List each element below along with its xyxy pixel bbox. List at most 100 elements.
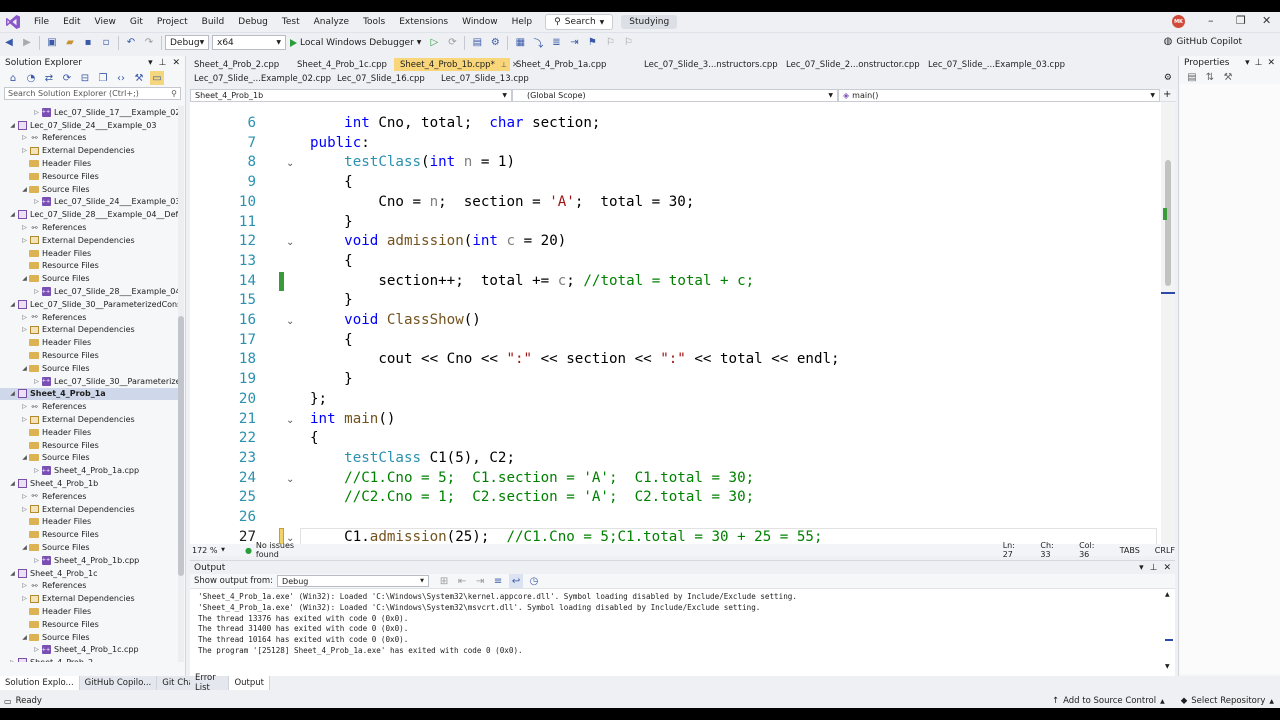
- tree-item[interactable]: Header Files: [0, 516, 178, 529]
- github-copilot-button[interactable]: ◍ GitHub Copilot: [1164, 36, 1242, 47]
- solution-name-badge[interactable]: Studying: [621, 15, 678, 29]
- code-line[interactable]: 8 ⌄ testClass(int n = 1): [190, 153, 1160, 173]
- collapsed-arrow-icon[interactable]: ▷: [20, 224, 29, 231]
- scroll-up-icon[interactable]: ▲: [1165, 591, 1170, 598]
- tree-item[interactable]: ▷ ++ Sheet_4_Prob_1c.cpp: [0, 643, 178, 656]
- search-box[interactable]: ⚲ Search ▼: [545, 14, 614, 30]
- code-line[interactable]: 24 ⌄ //C1.Cno = 5; C1.section = 'A'; C1.t…: [190, 469, 1160, 489]
- member-dropdown[interactable]: ◈ main() ▼: [838, 89, 1160, 102]
- ln-indicator[interactable]: Ln: 27: [1003, 541, 1026, 559]
- editor-scrollbar[interactable]: [1161, 102, 1175, 544]
- bottom-tab[interactable]: GitHub Copilo...: [79, 676, 158, 690]
- format-icon[interactable]: ≣: [549, 36, 563, 50]
- collapsed-arrow-icon[interactable]: ▷: [8, 659, 17, 662]
- switch-views-icon[interactable]: ◔: [24, 71, 38, 85]
- tree-item[interactable]: Resource Files: [0, 439, 178, 452]
- tree-item[interactable]: Header Files: [0, 426, 178, 439]
- visual-studio-logo-icon[interactable]: [5, 14, 21, 30]
- next-message-icon[interactable]: ⇥: [473, 574, 487, 588]
- layout-icon[interactable]: ▦: [513, 36, 527, 50]
- solution-config-icon[interactable]: ⚙: [488, 36, 502, 50]
- word-wrap-icon[interactable]: ↩: [509, 574, 524, 588]
- save-icon[interactable]: ▪: [81, 36, 95, 50]
- tree-item[interactable]: ◢ Source Files: [0, 183, 178, 196]
- timestamp-icon[interactable]: ◷: [527, 574, 541, 588]
- code-line[interactable]: 7 public:: [190, 134, 1160, 154]
- menu-debug[interactable]: Debug: [231, 17, 275, 27]
- forward-icon[interactable]: ▶: [20, 36, 34, 50]
- tree-item[interactable]: ▷ ++ Lec_07_Slide_28___Example_04_: [0, 285, 178, 298]
- fold-toggle-icon[interactable]: ⌄: [286, 411, 296, 431]
- code-line[interactable]: 21 ⌄ int main(): [190, 410, 1160, 430]
- add-source-control[interactable]: Add to Source Control: [1063, 696, 1156, 706]
- pin-icon[interactable]: ⊥: [1150, 563, 1158, 573]
- tree-item[interactable]: Header Files: [0, 336, 178, 349]
- pin-icon[interactable]: ⊥: [159, 58, 167, 68]
- tree-item[interactable]: ▷ ⚯ References: [0, 579, 178, 592]
- document-tab[interactable]: Lec_07_Slide_3...nstructors.cpp: [638, 58, 780, 71]
- code-line[interactable]: 13 {: [190, 252, 1160, 272]
- tree-item[interactable]: ▷ External Dependencies: [0, 413, 178, 426]
- document-tab[interactable]: Lec_07_Slide_13.cpp: [435, 72, 539, 85]
- select-repository[interactable]: Select Repository: [1191, 696, 1265, 706]
- back-icon[interactable]: ◀: [2, 36, 16, 50]
- tree-item[interactable]: ▷ ⚯ References: [0, 400, 178, 413]
- browse-icon[interactable]: ▤: [470, 36, 484, 50]
- menu-test[interactable]: Test: [275, 17, 307, 27]
- find-message-icon[interactable]: ⊞: [437, 574, 451, 588]
- expanded-arrow-icon[interactable]: ◢: [20, 275, 29, 282]
- code-line[interactable]: 12 ⌄ void admission(int c = 20): [190, 232, 1160, 252]
- fold-toggle-icon[interactable]: ⌄: [286, 470, 296, 490]
- tab-pin-icon[interactable]: ⊥: [501, 61, 507, 69]
- solution-scrollbar-thumb[interactable]: [178, 316, 184, 576]
- tree-item[interactable]: ▷ External Dependencies: [0, 503, 178, 516]
- tree-item[interactable]: ◢ Sheet_4_Prob_1b: [0, 477, 178, 490]
- output-bottom-tab[interactable]: Output: [229, 676, 270, 690]
- user-avatar[interactable]: MK: [1172, 15, 1185, 28]
- document-tab[interactable]: Lec_07_Slide_...Example_02.cpp: [188, 72, 331, 85]
- start-without-debugging-icon[interactable]: ▷: [427, 36, 441, 50]
- collapse-all-icon[interactable]: ⊟: [78, 71, 92, 85]
- tree-item[interactable]: ▷ Sheet_4_Prob_2: [0, 656, 178, 662]
- code-line[interactable]: 17 {: [190, 331, 1160, 351]
- tabs-indicator[interactable]: TABS: [1120, 546, 1140, 555]
- platform-select[interactable]: x64 ▼: [212, 35, 286, 50]
- tree-item[interactable]: ◢ Lec_07_Slide_30__ParameterizedConstr: [0, 298, 178, 311]
- document-tab[interactable]: Sheet_4_Prob_2.cpp: [188, 58, 291, 71]
- output-source-select[interactable]: Debug ▼: [277, 575, 430, 587]
- new-project-icon[interactable]: ▣: [45, 36, 59, 50]
- tree-item[interactable]: ▷ ⚯ References: [0, 221, 178, 234]
- window-menu-icon[interactable]: ▾: [148, 58, 153, 68]
- collapsed-arrow-icon[interactable]: ▷: [32, 288, 41, 295]
- preview-icon[interactable]: ▭: [150, 71, 164, 85]
- collapsed-arrow-icon[interactable]: ▷: [20, 134, 29, 141]
- solution-search-input[interactable]: Search Solution Explorer (Ctrl+;) ⚲: [4, 87, 181, 100]
- expanded-arrow-icon[interactable]: ◢: [20, 544, 29, 551]
- document-tab[interactable]: Lec_07_Slide_...Example_03.cpp: [922, 58, 1065, 71]
- expanded-arrow-icon[interactable]: ◢: [8, 122, 17, 129]
- tree-item[interactable]: Resource Files: [0, 260, 178, 273]
- document-tab[interactable]: Lec_07_Slide_2...onstructor.cpp: [780, 58, 922, 71]
- tree-item[interactable]: Resource Files: [0, 618, 178, 631]
- fold-toggle-icon[interactable]: ⌄: [286, 312, 296, 332]
- collapsed-arrow-icon[interactable]: ▷: [32, 646, 41, 653]
- tree-item[interactable]: Header Files: [0, 605, 178, 618]
- ch-indicator[interactable]: Ch: 33: [1040, 541, 1064, 559]
- col-indicator[interactable]: Col: 36: [1079, 541, 1105, 559]
- expanded-arrow-icon[interactable]: ◢: [20, 186, 29, 193]
- collapsed-arrow-icon[interactable]: ▷: [32, 378, 41, 385]
- document-tab[interactable]: Sheet_4_Prob_1c.cpp: [291, 58, 394, 71]
- tree-item[interactable]: ▷ ++ Sheet_4_Prob_1a.cpp: [0, 464, 178, 477]
- redo-icon[interactable]: ↷: [142, 36, 156, 50]
- collapsed-arrow-icon[interactable]: ▷: [20, 326, 29, 333]
- expanded-arrow-icon[interactable]: ◢: [20, 634, 29, 641]
- tree-item[interactable]: Resource Files: [0, 170, 178, 183]
- collapsed-arrow-icon[interactable]: ▷: [20, 582, 29, 589]
- close-icon[interactable]: ✕: [1262, 14, 1271, 27]
- fold-toggle-icon[interactable]: ⌄: [286, 154, 296, 174]
- tree-item[interactable]: Header Files: [0, 157, 178, 170]
- categorized-icon[interactable]: ▤: [1185, 70, 1199, 84]
- collapsed-arrow-icon[interactable]: ▷: [32, 109, 41, 116]
- tree-item[interactable]: ◢ Source Files: [0, 272, 178, 285]
- tree-item[interactable]: ▷ External Dependencies: [0, 234, 178, 247]
